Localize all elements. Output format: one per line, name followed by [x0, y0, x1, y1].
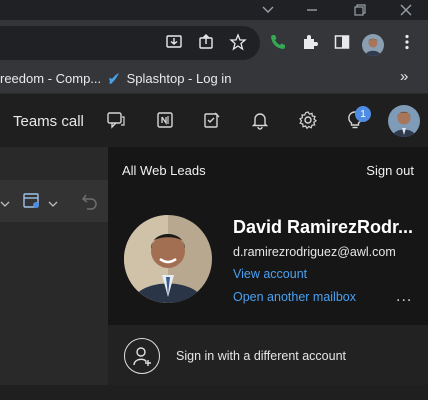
profile-photo — [124, 215, 212, 303]
address-bar[interactable] — [0, 26, 260, 60]
gear-icon[interactable] — [297, 109, 319, 131]
calendar-settings-icon[interactable] — [22, 191, 42, 216]
chevron-down-icon[interactable] — [0, 195, 10, 213]
phone-extension-icon[interactable] — [266, 30, 290, 54]
chevron-down-icon[interactable] — [248, 0, 288, 20]
share-icon[interactable] — [194, 30, 218, 54]
bookmark-star-icon[interactable] — [226, 30, 250, 54]
sign-in-different-account-button[interactable]: Sign in with a different account — [108, 325, 428, 385]
side-panel-icon[interactable] — [330, 30, 354, 54]
extensions-puzzle-icon[interactable] — [298, 30, 322, 54]
restore-icon[interactable] — [340, 0, 380, 20]
sign-in-different-account-label: Sign in with a different account — [176, 349, 347, 363]
browser-titlebar — [0, 0, 428, 20]
view-account-link[interactable]: View account — [233, 267, 307, 281]
account-avatar-button[interactable] — [388, 105, 420, 137]
install-app-icon[interactable] — [162, 30, 186, 54]
organization-name: All Web Leads — [122, 163, 206, 178]
bottom-strip — [0, 385, 428, 400]
sign-out-button[interactable]: Sign out — [366, 163, 414, 178]
onenote-icon[interactable] — [154, 109, 176, 131]
more-options-button[interactable]: ... — [396, 288, 412, 306]
chat-icon[interactable] — [105, 109, 127, 131]
bookmark-freedom[interactable]: reedom - Comp... — [0, 71, 101, 86]
browser-profile-avatar[interactable] — [362, 34, 384, 56]
open-another-mailbox-link[interactable]: Open another mailbox — [233, 290, 356, 304]
bookmarks-bar: reedom - Comp... Splashtop - Log in » — [0, 64, 428, 94]
menu-kebab-icon[interactable] — [395, 30, 419, 54]
account-display-name: David RamirezRodr... — [233, 217, 414, 237]
bookmark-splashtop[interactable]: Splashtop - Log in — [107, 71, 231, 88]
minimize-icon[interactable] — [292, 0, 332, 20]
account-email: d.ramirezrodriguez@awl.com — [233, 245, 396, 259]
close-icon[interactable] — [386, 0, 426, 20]
chevron-down-icon[interactable] — [48, 195, 58, 213]
undo-icon[interactable] — [80, 191, 100, 216]
bookmark-label: reedom - Comp... — [0, 71, 102, 86]
bell-icon[interactable] — [249, 109, 271, 131]
bookmarks-overflow-button[interactable]: » — [400, 68, 408, 85]
mail-toolbar — [0, 180, 108, 222]
teams-call-label[interactable]: Teams call — [13, 113, 84, 130]
splashtop-icon — [107, 71, 123, 88]
todo-checklist-icon[interactable] — [201, 109, 223, 131]
bookmark-label: Splashtop - Log in — [126, 71, 232, 86]
add-person-icon — [124, 338, 160, 374]
notification-badge: 1 — [355, 106, 371, 122]
